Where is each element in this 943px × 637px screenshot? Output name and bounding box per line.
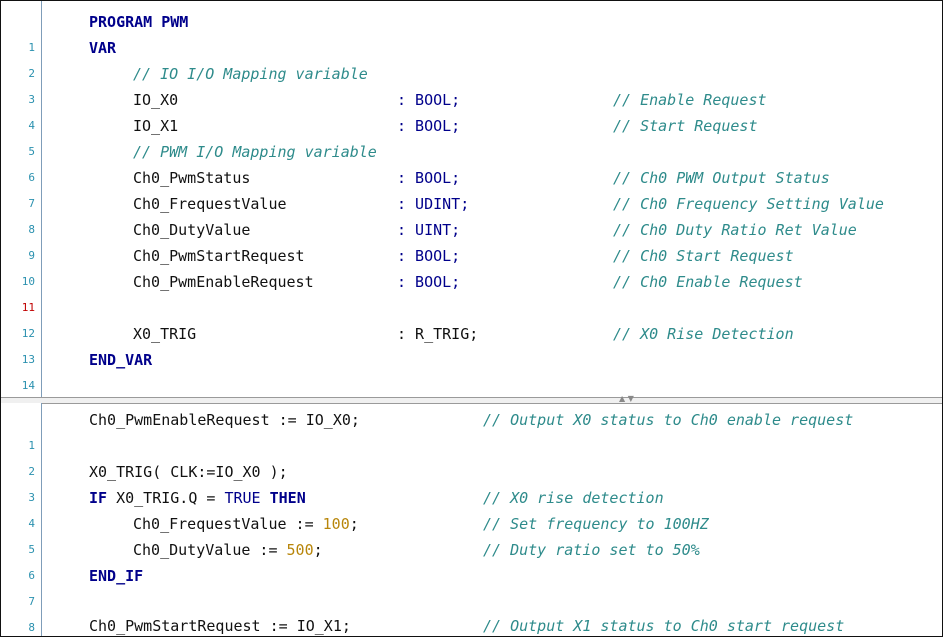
statement: Ch0_PwmStartRequest := IO_X1;: [89, 617, 351, 635]
impl-line-1[interactable]: 1 Ch0_PwmEnableRequest := IO_X0; // Outp…: [1, 407, 942, 452]
decl-line-14[interactable]: 14 END_VAR: [1, 347, 942, 392]
code-comment: // X0 Rise Detection: [613, 325, 794, 343]
variable-type: : UDINT;: [397, 195, 470, 213]
code-comment: // Set frequency to 100HZ: [483, 515, 709, 533]
code-comment: // Ch0 Enable Request: [613, 273, 803, 291]
condition: X0_TRIG.Q =: [107, 489, 225, 507]
decl-line-9[interactable]: 9 Ch0_DutyValue : UINT; // Ch0 Duty Rati…: [1, 217, 942, 262]
decl-line-11[interactable]: 11 Ch0_PwmEnableRequest : BOOL; // Ch0 E…: [1, 269, 942, 314]
end-if-keyword: END_IF: [89, 567, 144, 585]
impl-line-7[interactable]: 7 END_IF: [1, 563, 942, 608]
decl-line-15[interactable]: 15: [1, 371, 942, 416]
impl-line-3[interactable]: 3 X0_TRIG( CLK:=IO_X0 );: [1, 459, 942, 504]
then-keyword: THEN: [260, 489, 306, 507]
impl-line-2[interactable]: 2: [1, 433, 942, 478]
code-comment: // Output X1 status to Ch0 start request: [483, 617, 845, 635]
code-comment: // Ch0 Frequency Setting Value: [613, 195, 884, 213]
impl-line-8[interactable]: 8: [1, 589, 942, 634]
code-comment: // Enable Request: [613, 91, 767, 109]
impl-line-9[interactable]: 9 Ch0_PwmStartRequest := IO_X1; // Outpu…: [1, 613, 942, 636]
semicolon: ;: [313, 541, 323, 559]
decl-line-1[interactable]: 1 PROGRAM PWM: [1, 9, 942, 54]
end-var-keyword: END_VAR: [89, 351, 153, 369]
variable-name: Ch0_PwmStartRequest: [133, 247, 305, 265]
declaration-pane[interactable]: 1 PROGRAM PWM 2 VAR 3 // IO I/O Mapping …: [1, 1, 942, 416]
code-comment: // PWM I/O Mapping variable: [133, 143, 377, 161]
decl-line-2[interactable]: 2 VAR: [1, 35, 942, 80]
variable-type: : BOOL;: [397, 91, 461, 109]
var-keyword: VAR: [89, 39, 117, 57]
code-comment: // Ch0 Start Request: [613, 247, 794, 265]
code-comment: // Ch0 PWM Output Status: [613, 169, 830, 187]
variable-name: Ch0_PwmStatus: [133, 169, 251, 187]
statement: X0_TRIG( CLK:=IO_X0 );: [89, 463, 288, 481]
statement: Ch0_FrequestValue := 100;: [133, 511, 359, 537]
program-keyword: PROGRAM PWM: [89, 13, 189, 31]
variable-name: IO_X0: [133, 91, 179, 109]
decl-line-6[interactable]: 6 // PWM I/O Mapping variable: [1, 139, 942, 184]
st-code-editor[interactable]: 1 PROGRAM PWM 2 VAR 3 // IO I/O Mapping …: [0, 0, 943, 637]
variable-name: X0_TRIG: [133, 325, 197, 343]
code-comment: // X0 rise detection: [483, 489, 664, 507]
variable-type: : R_TRIG;: [397, 325, 479, 343]
assignment: Ch0_FrequestValue :=: [133, 515, 323, 533]
variable-name: Ch0_DutyValue: [133, 221, 251, 239]
code-comment: // Ch0 Duty Ratio Ret Value: [613, 221, 857, 239]
decl-line-10[interactable]: 10 Ch0_PwmStartRequest : BOOL; // Ch0 St…: [1, 243, 942, 288]
impl-line-5[interactable]: 5 Ch0_FrequestValue := 100; // Set frequ…: [1, 511, 942, 556]
variable-name: Ch0_FrequestValue: [133, 195, 287, 213]
implementation-pane[interactable]: 1 Ch0_PwmEnableRequest := IO_X0; // Outp…: [1, 403, 942, 636]
semicolon: ;: [349, 515, 359, 533]
number-literal: 500: [286, 541, 314, 559]
statement: Ch0_PwmEnableRequest := IO_X0;: [89, 411, 360, 429]
variable-type: : BOOL;: [397, 273, 461, 291]
variable-type: : BOOL;: [397, 117, 461, 135]
variable-name: Ch0_PwmEnableRequest: [133, 273, 314, 291]
number-literal: 100: [322, 515, 350, 533]
decl-line-8[interactable]: 8 Ch0_FrequestValue : UDINT; // Ch0 Freq…: [1, 191, 942, 236]
code-comment: // IO I/O Mapping variable: [133, 65, 368, 83]
decl-line-12[interactable]: 12: [1, 295, 942, 340]
variable-type: : BOOL;: [397, 247, 461, 265]
variable-type: : BOOL;: [397, 169, 461, 187]
impl-line-4[interactable]: 4 IF X0_TRIG.Q = TRUE THEN // X0 rise de…: [1, 485, 942, 530]
impl-line-6[interactable]: 6 Ch0_DutyValue := 500; // Duty ratio se…: [1, 537, 942, 582]
decl-line-3[interactable]: 3 // IO I/O Mapping variable: [1, 61, 942, 106]
code-comment: // Output X0 status to Ch0 enable reques…: [483, 411, 854, 429]
decl-line-4[interactable]: 4 IO_X0 : BOOL; // Enable Request: [1, 87, 942, 132]
decl-line-7[interactable]: 7 Ch0_PwmStatus : BOOL; // Ch0 PWM Outpu…: [1, 165, 942, 210]
true-literal: TRUE: [224, 489, 261, 507]
decl-line-13[interactable]: 13 X0_TRIG : R_TRIG; // X0 Rise Detectio…: [1, 321, 942, 366]
decl-line-5[interactable]: 5 IO_X1 : BOOL; // Start Request: [1, 113, 942, 158]
variable-name: IO_X1: [133, 117, 179, 135]
assignment: Ch0_DutyValue :=: [133, 541, 287, 559]
statement: Ch0_DutyValue := 500;: [133, 537, 323, 563]
statement: IF X0_TRIG.Q = TRUE THEN: [89, 485, 306, 511]
if-keyword: IF: [89, 489, 108, 507]
code-comment: // Duty ratio set to 50%: [483, 541, 700, 559]
code-comment: // Start Request: [613, 117, 758, 135]
splitter-arrows-icon[interactable]: ▲ ▼: [619, 395, 634, 403]
variable-type: : UINT;: [397, 221, 461, 239]
